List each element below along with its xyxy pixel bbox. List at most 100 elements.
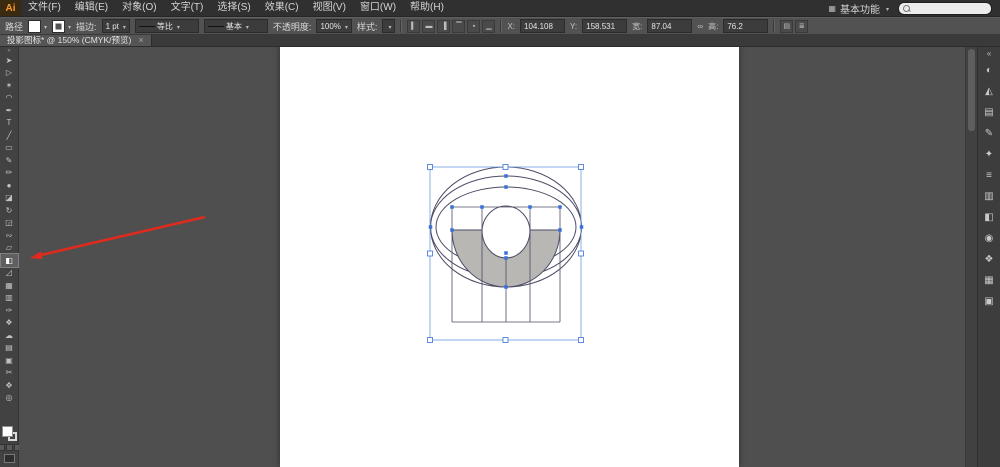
color-button[interactable] xyxy=(0,444,5,451)
pen-tool[interactable]: ✒ xyxy=(1,104,18,117)
slice-tool[interactable]: ✂ xyxy=(1,367,18,380)
opacity-field[interactable]: 100% xyxy=(316,19,351,33)
width-field[interactable]: 87.04 xyxy=(647,19,692,33)
selection-handle[interactable] xyxy=(428,338,433,343)
blob-brush-tool[interactable]: ● xyxy=(1,179,18,192)
anchor-point[interactable] xyxy=(504,256,508,260)
document-tab[interactable]: 投影图标* @ 150% (CMYK/预览) × xyxy=(0,34,152,46)
fill-stroke-widget[interactable] xyxy=(2,426,17,441)
menubar-menu-item[interactable]: 文字(T) xyxy=(164,0,211,16)
selection-handle[interactable] xyxy=(579,165,584,170)
anchor-point[interactable] xyxy=(504,185,508,189)
transform-panel-icon[interactable]: ▤ xyxy=(780,20,793,33)
rotate-tool[interactable]: ↻ xyxy=(1,204,18,217)
selection-handle[interactable] xyxy=(579,251,584,256)
color-panel-icon[interactable]: ◐ xyxy=(979,60,1000,81)
menubar-menu-item[interactable]: 文件(F) xyxy=(21,0,68,16)
menubar-menu-item[interactable]: 窗口(W) xyxy=(353,0,403,16)
transparency-panel-icon[interactable]: ◧ xyxy=(979,207,1000,228)
x-field[interactable]: 104.108 xyxy=(520,19,565,33)
direct-selection-tool[interactable]: ▷ xyxy=(1,67,18,80)
artboard-tool[interactable]: ▣ xyxy=(1,354,18,367)
free-transform-tool[interactable]: ▱ xyxy=(1,242,18,255)
selection-handle[interactable] xyxy=(503,338,508,343)
menubar-menu-item[interactable]: 视图(V) xyxy=(306,0,353,16)
gradient-panel-icon[interactable]: ▥ xyxy=(979,186,1000,207)
stroke-color-swatch[interactable] xyxy=(52,20,71,33)
brush-definition-select[interactable]: 基本 xyxy=(204,19,268,33)
gradient-tool[interactable]: ▥ xyxy=(1,292,18,305)
hand-tool[interactable]: ✥ xyxy=(1,379,18,392)
anchor-point[interactable] xyxy=(558,205,562,209)
search-box[interactable] xyxy=(898,2,992,15)
anchor-point[interactable] xyxy=(450,228,454,232)
canvas[interactable] xyxy=(19,46,977,467)
eyedropper-tool[interactable]: ✑ xyxy=(1,304,18,317)
align-right-icon[interactable]: ▐ xyxy=(437,20,450,33)
artboards-panel-icon[interactable]: ▣ xyxy=(979,291,1000,312)
layers-panel-icon[interactable]: ▦ xyxy=(979,270,1000,291)
paintbrush-tool[interactable]: ✎ xyxy=(1,154,18,167)
screen-mode-button[interactable] xyxy=(4,454,15,463)
vertical-scrollbar[interactable] xyxy=(965,46,977,467)
zoom-tool[interactable]: ◎ xyxy=(1,392,18,405)
search-input[interactable] xyxy=(913,4,977,13)
symbols-panel-icon[interactable]: ✦ xyxy=(979,144,1000,165)
rectangle-tool[interactable]: ▭ xyxy=(1,142,18,155)
workspace-switcher[interactable]: ▦ 基本功能 xyxy=(828,1,889,16)
anchor-point[interactable] xyxy=(429,225,433,229)
anchor-point[interactable] xyxy=(528,205,532,209)
perspective-grid-tool[interactable]: ◿ xyxy=(1,267,18,280)
close-icon[interactable]: × xyxy=(138,36,143,45)
menubar-menu-item[interactable]: 选择(S) xyxy=(210,0,257,16)
anchor-point[interactable] xyxy=(558,228,562,232)
arrange-options-icon[interactable]: ≣ xyxy=(795,20,808,33)
appearance-panel-icon[interactable]: ◉ xyxy=(979,228,1000,249)
mesh-tool[interactable]: ▦ xyxy=(1,279,18,292)
height-field[interactable]: 76.2 xyxy=(723,19,768,33)
stroke-panel-icon[interactable]: ≡ xyxy=(979,165,1000,186)
anchor-point[interactable] xyxy=(504,251,508,255)
color-guide-panel-icon[interactable]: ◭ xyxy=(979,81,1000,102)
shape-builder-tool[interactable]: ◧ xyxy=(1,254,18,267)
width-profile-select[interactable]: 等比 xyxy=(135,19,199,33)
lasso-tool[interactable]: ◠ xyxy=(1,92,18,105)
gradient-button[interactable] xyxy=(6,444,13,451)
fill-color-swatch[interactable] xyxy=(28,20,47,33)
graphic-styles-panel-icon[interactable]: ❖ xyxy=(979,249,1000,270)
menubar-menu-item[interactable]: 效果(C) xyxy=(258,0,306,16)
dock-collapse-icon[interactable]: « xyxy=(987,48,991,60)
selection-handle[interactable] xyxy=(428,165,433,170)
anchor-point[interactable] xyxy=(504,285,508,289)
selection-tool[interactable]: ➤ xyxy=(1,54,18,67)
width-tool[interactable]: ∾ xyxy=(1,229,18,242)
artwork[interactable] xyxy=(19,46,977,467)
symbol-sprayer-tool[interactable]: ☁ xyxy=(1,329,18,342)
menubar-menu-item[interactable]: 帮助(H) xyxy=(403,0,451,16)
selection-handle[interactable] xyxy=(503,165,508,170)
eraser-tool[interactable]: ◪ xyxy=(1,192,18,205)
constrain-proportions-icon[interactable]: ∞ xyxy=(697,22,703,31)
align-h-center-icon[interactable]: ▬ xyxy=(422,20,435,33)
menubar-menu-item[interactable]: 对象(O) xyxy=(115,0,163,16)
anchor-point[interactable] xyxy=(450,205,454,209)
anchor-point[interactable] xyxy=(580,225,584,229)
align-v-center-icon[interactable]: ▪ xyxy=(467,20,480,33)
stroke-weight-field[interactable]: 1 pt xyxy=(102,19,130,33)
magic-wand-tool[interactable]: ✶ xyxy=(1,79,18,92)
anchor-point[interactable] xyxy=(480,205,484,209)
menubar-menu-item[interactable]: 编辑(E) xyxy=(68,0,115,16)
anchor-point[interactable] xyxy=(504,174,508,178)
pencil-tool[interactable]: ✏ xyxy=(1,167,18,180)
column-graph-tool[interactable]: ▤ xyxy=(1,342,18,355)
brushes-panel-icon[interactable]: ✎ xyxy=(979,123,1000,144)
align-left-icon[interactable]: ▍ xyxy=(407,20,420,33)
fill-color-indicator[interactable] xyxy=(2,426,13,437)
blend-tool[interactable]: ❖ xyxy=(1,317,18,330)
selection-handle[interactable] xyxy=(428,251,433,256)
scale-tool[interactable]: ◲ xyxy=(1,217,18,230)
graphic-style-select[interactable] xyxy=(382,19,395,33)
y-field[interactable]: 158.531 xyxy=(582,19,627,33)
line-segment-tool[interactable]: ╱ xyxy=(1,129,18,142)
swatches-panel-icon[interactable]: ▤ xyxy=(979,102,1000,123)
